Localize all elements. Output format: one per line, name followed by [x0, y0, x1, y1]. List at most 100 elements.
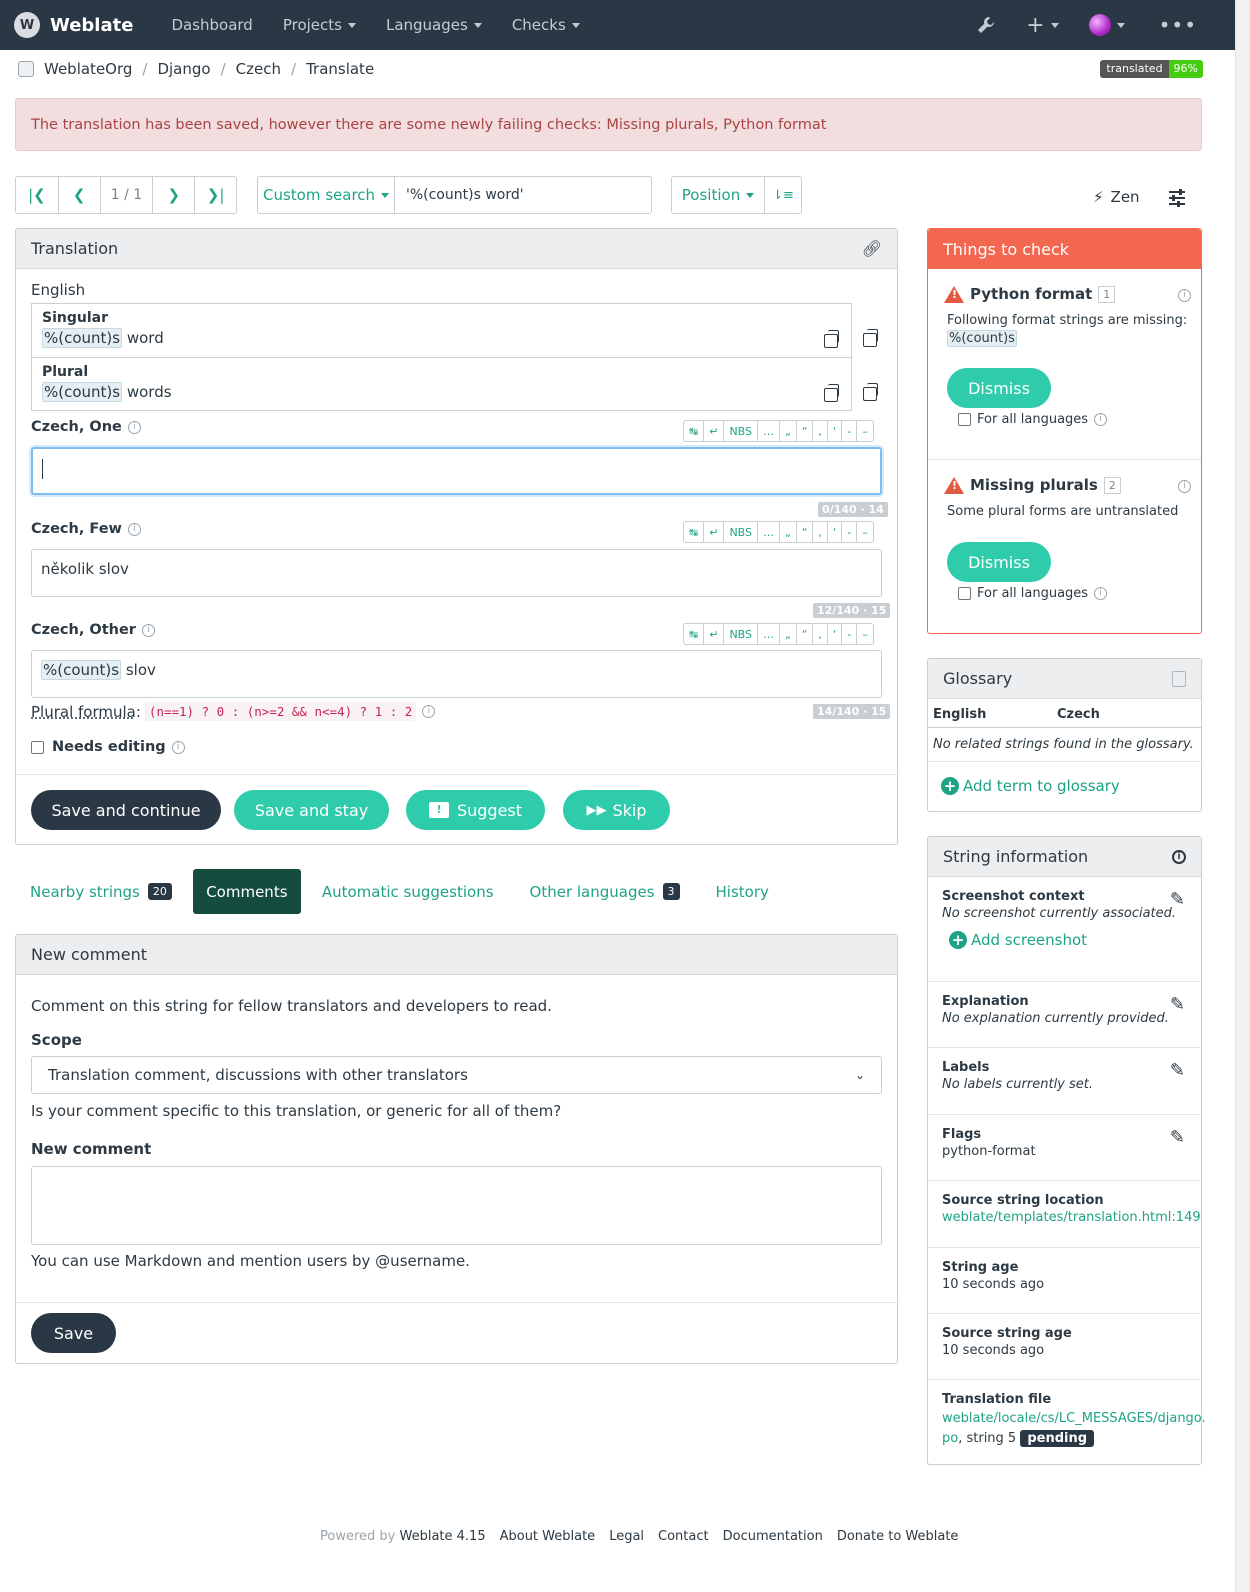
info-icon[interactable]: i	[127, 420, 141, 434]
key-nbsp[interactable]: NBS	[724, 522, 759, 542]
settings-sliders-icon[interactable]	[1168, 189, 1186, 211]
nav-dashboard[interactable]: Dashboard	[171, 16, 252, 34]
more-options-icon[interactable]: •••	[1159, 13, 1197, 37]
copy-icon[interactable]	[824, 330, 839, 348]
form-few-textarea[interactable]: několik slov	[31, 549, 882, 597]
info-icon[interactable]: i	[1178, 289, 1191, 302]
key-newline[interactable]: ↵	[704, 624, 725, 644]
for-all-languages-checkbox[interactable]	[958, 413, 971, 426]
glossary-search-icon[interactable]	[1172, 670, 1186, 687]
key-single-quote[interactable]: ‘	[828, 624, 843, 644]
form-other-textarea[interactable]: %(count)s slov	[31, 650, 882, 698]
search-mode-button[interactable]: Custom search	[258, 177, 394, 213]
search-mode-dropdown[interactable]: Custom search	[257, 176, 395, 214]
needs-editing-checkbox[interactable]	[31, 740, 44, 754]
key-hyphen[interactable]: -	[842, 522, 858, 542]
key-high-quote[interactable]: “	[797, 421, 814, 441]
pencil-icon[interactable]: ✎	[1170, 994, 1185, 1015]
info-icon[interactable]: i	[171, 740, 185, 754]
tab-automatic-suggestions[interactable]: Automatic suggestions	[307, 869, 509, 914]
translation-file-link-ext[interactable]: po	[942, 1431, 958, 1446]
footer-donate-link[interactable]: Donate to Weblate	[837, 1529, 959, 1544]
translation-file-link[interactable]: weblate/locale/cs/LC_MESSAGES/django.	[942, 1411, 1206, 1426]
scope-select[interactable]: Translation comment, discussions with ot…	[31, 1056, 882, 1094]
breadcrumb-org[interactable]: WeblateOrg	[44, 60, 132, 78]
key-comma-quote[interactable]: ,	[813, 522, 828, 542]
search-input[interactable]: '%(count)s word'	[394, 176, 652, 214]
nav-languages[interactable]: Languages	[386, 16, 482, 34]
comment-textarea[interactable]	[31, 1166, 882, 1245]
key-single-quote[interactable]: ‘	[828, 421, 843, 441]
for-all-languages-checkbox[interactable]	[958, 587, 971, 600]
key-newline[interactable]: ↵	[704, 522, 725, 542]
key-low-quote[interactable]: „	[780, 522, 797, 542]
key-high-quote[interactable]: “	[797, 522, 814, 542]
page-scrollbar[interactable]	[1235, 0, 1250, 1592]
tab-other-languages[interactable]: Other languages 3	[515, 869, 695, 914]
key-high-quote[interactable]: “	[797, 624, 814, 644]
add-menu[interactable]: +	[1026, 13, 1059, 38]
weblate-version-link[interactable]: Weblate 4.15	[400, 1529, 486, 1544]
clone-to-translation-icon[interactable]	[863, 329, 878, 347]
key-tab[interactable]: ↹	[684, 522, 705, 542]
save-continue-button[interactable]: Save and continue	[31, 790, 221, 830]
user-menu[interactable]	[1088, 14, 1125, 36]
key-low-quote[interactable]: „	[780, 624, 797, 644]
info-circle-icon[interactable]: i	[1172, 849, 1186, 864]
sort-by-dropdown[interactable]: Position	[672, 177, 765, 213]
breadcrumb-project[interactable]: Django	[157, 60, 210, 78]
placeholder-token[interactable]: %(count)s	[41, 660, 122, 680]
key-hyphen[interactable]: -	[842, 421, 858, 441]
wrench-icon[interactable]	[976, 15, 996, 35]
info-icon[interactable]: i	[141, 623, 155, 637]
save-stay-button[interactable]: Save and stay	[234, 790, 389, 830]
pencil-icon[interactable]: ✎	[1170, 889, 1185, 910]
info-icon[interactable]: i	[1178, 480, 1191, 493]
tab-comments[interactable]: Comments	[192, 869, 301, 914]
footer-documentation-link[interactable]: Documentation	[723, 1529, 823, 1544]
placeholder-token[interactable]: %(count)s	[42, 328, 123, 348]
brand-link[interactable]: W Weblate	[14, 12, 133, 38]
key-nbsp[interactable]: NBS	[724, 421, 759, 441]
placeholder-token[interactable]: %(count)s	[42, 382, 123, 402]
translated-badge[interactable]: translated 96%	[1100, 60, 1203, 78]
first-button[interactable]: |❮	[16, 177, 59, 213]
save-comment-button[interactable]: Save	[31, 1313, 116, 1353]
nav-checks[interactable]: Checks	[512, 16, 580, 34]
dismiss-missing-plurals-button[interactable]: Dismiss	[947, 542, 1051, 582]
key-en-dash[interactable]: –	[857, 522, 873, 542]
key-tab[interactable]: ↹	[684, 421, 705, 441]
link-icon[interactable]: 🔗︎	[862, 239, 882, 258]
source-location-link[interactable]: weblate/templates/translation.html:149	[942, 1210, 1201, 1225]
pencil-icon[interactable]: ✎	[1170, 1060, 1185, 1081]
key-ellipsis[interactable]: …	[758, 522, 781, 542]
key-comma-quote[interactable]: ,	[813, 624, 828, 644]
key-low-quote[interactable]: „	[780, 421, 797, 441]
key-hyphen[interactable]: -	[842, 624, 858, 644]
tab-history[interactable]: History	[701, 869, 784, 914]
info-icon[interactable]: i	[422, 705, 436, 718]
info-icon[interactable]: i	[1094, 587, 1108, 600]
key-newline[interactable]: ↵	[704, 421, 725, 441]
key-comma-quote[interactable]: ,	[813, 421, 828, 441]
key-tab[interactable]: ↹	[684, 624, 705, 644]
info-icon[interactable]: i	[127, 522, 141, 536]
info-icon[interactable]: i	[1094, 413, 1108, 426]
footer-about-link[interactable]: About Weblate	[500, 1529, 596, 1544]
key-nbsp[interactable]: NBS	[724, 624, 759, 644]
form-one-textarea[interactable]	[31, 447, 882, 495]
dismiss-python-format-button[interactable]: Dismiss	[947, 368, 1051, 408]
add-screenshot-link[interactable]: + Add screenshot	[949, 931, 1186, 949]
skip-button[interactable]: ▶▶ Skip	[563, 790, 670, 830]
sort-direction-button[interactable]: ⇂≡	[765, 177, 801, 213]
key-en-dash[interactable]: –	[857, 421, 873, 441]
clone-to-translation-icon[interactable]	[863, 383, 878, 401]
key-single-quote[interactable]: ‘	[828, 522, 843, 542]
nav-projects[interactable]: Projects	[283, 16, 356, 34]
pencil-icon[interactable]: ✎	[1170, 1127, 1185, 1148]
key-en-dash[interactable]: –	[857, 624, 873, 644]
key-ellipsis[interactable]: …	[758, 421, 781, 441]
key-ellipsis[interactable]: …	[758, 624, 781, 644]
copy-icon[interactable]	[824, 384, 839, 402]
next-button[interactable]: ❯	[153, 177, 196, 213]
